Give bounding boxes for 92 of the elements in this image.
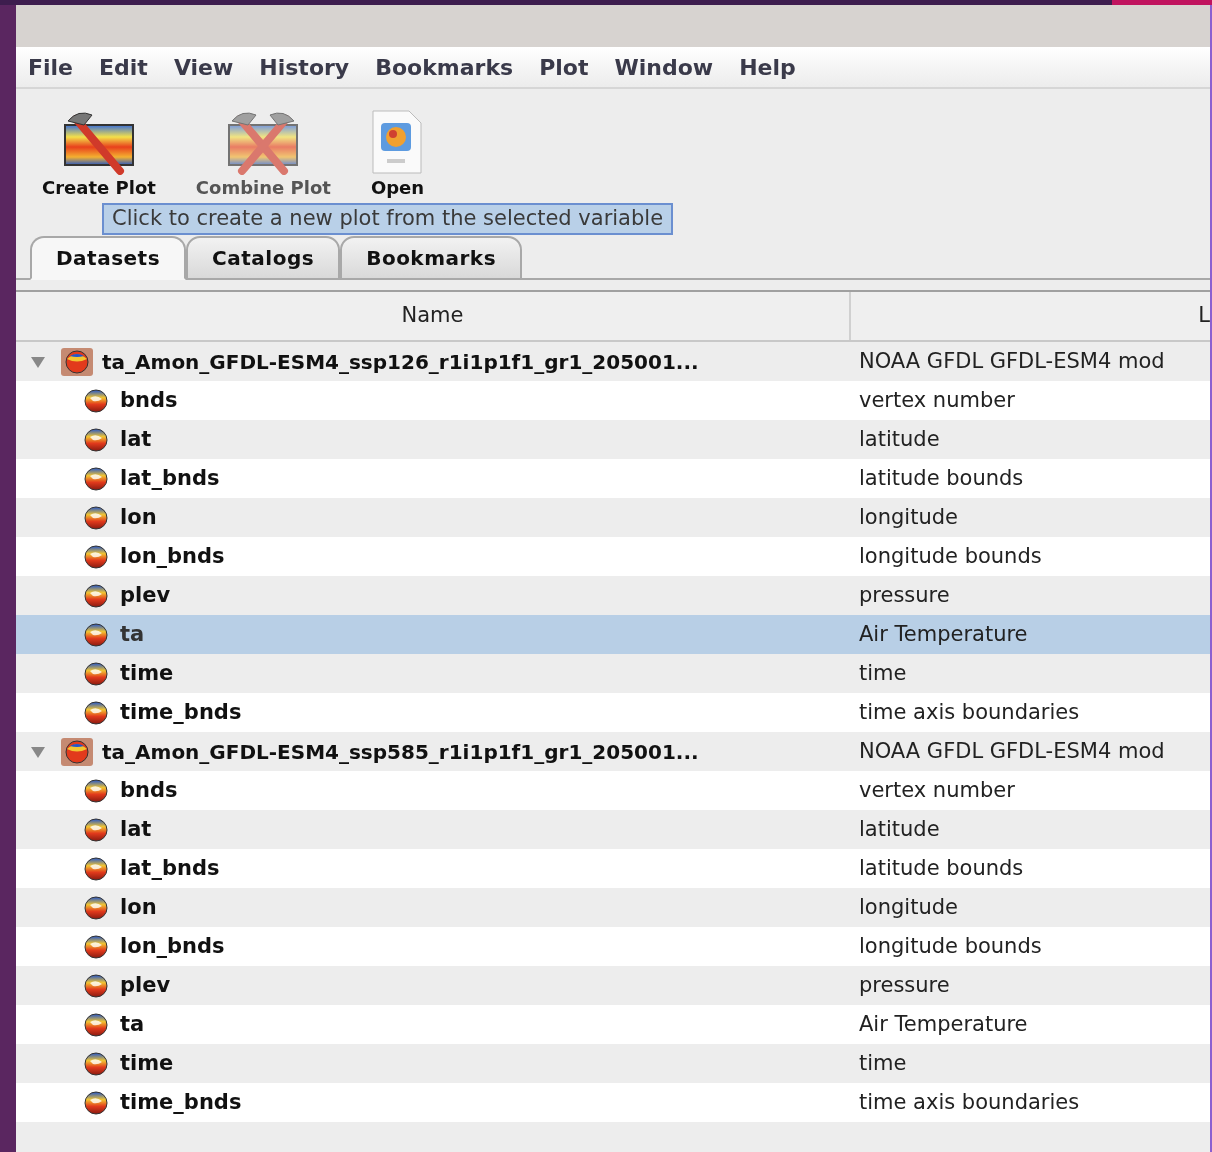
- globe-icon: [84, 856, 108, 881]
- table-cell-text: latitude: [859, 425, 940, 453]
- variable-name: plev: [120, 971, 171, 999]
- menu-item[interactable]: Edit: [99, 50, 148, 84]
- variable-name: lat: [120, 425, 152, 453]
- globe-icon: [84, 583, 108, 608]
- toolbar-button[interactable]: Create Plot: [42, 109, 156, 197]
- table-cell-text: pressure: [859, 971, 950, 999]
- table-cell-text: latitude bounds: [859, 854, 1024, 882]
- tab[interactable]: Bookmarks: [340, 236, 523, 280]
- tree-row[interactable]: time_bnds time axis boundaries: [16, 1083, 1210, 1122]
- globe-icon: [84, 1090, 108, 1115]
- table-cell-text: latitude bounds: [859, 464, 1024, 492]
- globe-icon: [84, 388, 108, 413]
- table-cell-text: Air Temperature: [859, 1010, 1028, 1038]
- table-cell-text: time: [859, 659, 907, 687]
- tab[interactable]: Datasets: [30, 236, 187, 280]
- globe-icon: [84, 934, 108, 959]
- variable-name: ta: [120, 1010, 145, 1038]
- data-file-icon: [371, 109, 424, 175]
- dataset-globe-icon: [60, 736, 94, 767]
- menu-item[interactable]: Window: [614, 50, 714, 84]
- expand-triangle-icon[interactable]: [30, 354, 46, 369]
- table-cell-text: Air Temperature: [859, 620, 1028, 648]
- table-cell-text: vertex number: [859, 776, 1015, 804]
- table-cell-text: longitude bounds: [859, 932, 1042, 960]
- crossed-hammers-map-icon: [226, 109, 301, 175]
- variable-name: lat_bnds: [120, 464, 220, 492]
- table-cell-text: time axis boundaries: [859, 1088, 1080, 1116]
- menu-item[interactable]: History: [259, 50, 350, 84]
- menu-item[interactable]: View: [173, 50, 234, 84]
- globe-icon: [84, 895, 108, 920]
- variable-name: lat: [120, 815, 152, 843]
- tree-row[interactable]: ta Air Temperature: [16, 1005, 1210, 1044]
- tree-row[interactable]: lon_bnds longitude bounds: [16, 927, 1210, 966]
- expand-triangle-icon[interactable]: [30, 744, 46, 759]
- table-cell-text: latitude: [859, 815, 940, 843]
- tree-row[interactable]: bnds vertex number: [16, 381, 1210, 420]
- variable-name: lon: [120, 893, 157, 921]
- variable-name: time: [120, 1049, 174, 1077]
- table-cell-text: NOAA GFDL GFDL-ESM4 mod: [859, 737, 1165, 765]
- globe-icon: [84, 1051, 108, 1076]
- variable-name: lon_bnds: [120, 542, 225, 570]
- variable-name: lon_bnds: [120, 932, 225, 960]
- hammer-map-icon: [61, 109, 136, 175]
- globe-icon: [84, 700, 108, 725]
- menu-item[interactable]: File: [28, 50, 74, 84]
- tab[interactable]: Catalogs: [186, 236, 341, 280]
- menu-item[interactable]: Help: [739, 50, 796, 84]
- column-header[interactable]: Name: [16, 292, 851, 340]
- globe-icon: [84, 661, 108, 686]
- globe-icon: [84, 427, 108, 452]
- tree-row[interactable]: lat_bnds latitude bounds: [16, 849, 1210, 888]
- table-cell-text: pressure: [859, 581, 950, 609]
- variable-name: ta: [120, 620, 145, 648]
- globe-icon: [84, 973, 108, 998]
- table-cell-text: vertex number: [859, 386, 1015, 414]
- tree-row[interactable]: ta Air Temperature: [16, 615, 1210, 654]
- globe-icon: [84, 505, 108, 530]
- variable-name: bnds: [120, 776, 178, 804]
- toolbar-button[interactable]: Open: [370, 109, 425, 197]
- globe-icon: [84, 817, 108, 842]
- table-cell-text: NOAA GFDL GFDL-ESM4 mod: [859, 347, 1165, 375]
- tree-row[interactable]: bnds vertex number: [16, 771, 1210, 810]
- table-cell-text: longitude: [859, 893, 958, 921]
- variable-name: time_bnds: [120, 698, 242, 726]
- toolbar-button[interactable]: Combine Plot: [195, 109, 331, 197]
- tree-row[interactable]: time_bnds time axis boundaries: [16, 693, 1210, 732]
- table-cell-text: longitude bounds: [859, 542, 1042, 570]
- variable-name: time_bnds: [120, 1088, 242, 1116]
- variable-name: plev: [120, 581, 171, 609]
- table-cell-text: time axis boundaries: [859, 698, 1080, 726]
- variable-name: lat_bnds: [120, 854, 220, 882]
- column-header[interactable]: L: [851, 292, 1210, 340]
- dataset-globe-icon: [60, 346, 94, 377]
- variable-name: bnds: [120, 386, 178, 414]
- globe-icon: [84, 778, 108, 803]
- globe-icon: [84, 466, 108, 491]
- tree-row[interactable]: lon_bnds longitude bounds: [16, 537, 1210, 576]
- table-cell-text: time: [859, 1049, 907, 1077]
- globe-icon: [84, 544, 108, 569]
- globe-icon: [84, 622, 108, 647]
- dataset-name: ta_Amon_GFDL-ESM4_ssp126_r1i1p1f1_gr1_205001...: [102, 348, 699, 376]
- menu-item[interactable]: Plot: [539, 50, 589, 84]
- variable-name: time: [120, 659, 174, 687]
- globe-icon: [84, 1012, 108, 1037]
- tree-row[interactable]: lat_bnds latitude bounds: [16, 459, 1210, 498]
- table-cell-text: longitude: [859, 503, 958, 531]
- menu-item[interactable]: Bookmarks: [375, 50, 514, 84]
- tooltip: Click to create a new plot from the selected variable: [102, 203, 674, 235]
- variable-name: lon: [120, 503, 157, 531]
- dataset-name: ta_Amon_GFDL-ESM4_ssp585_r1i1p1f1_gr1_205001...: [102, 738, 699, 766]
